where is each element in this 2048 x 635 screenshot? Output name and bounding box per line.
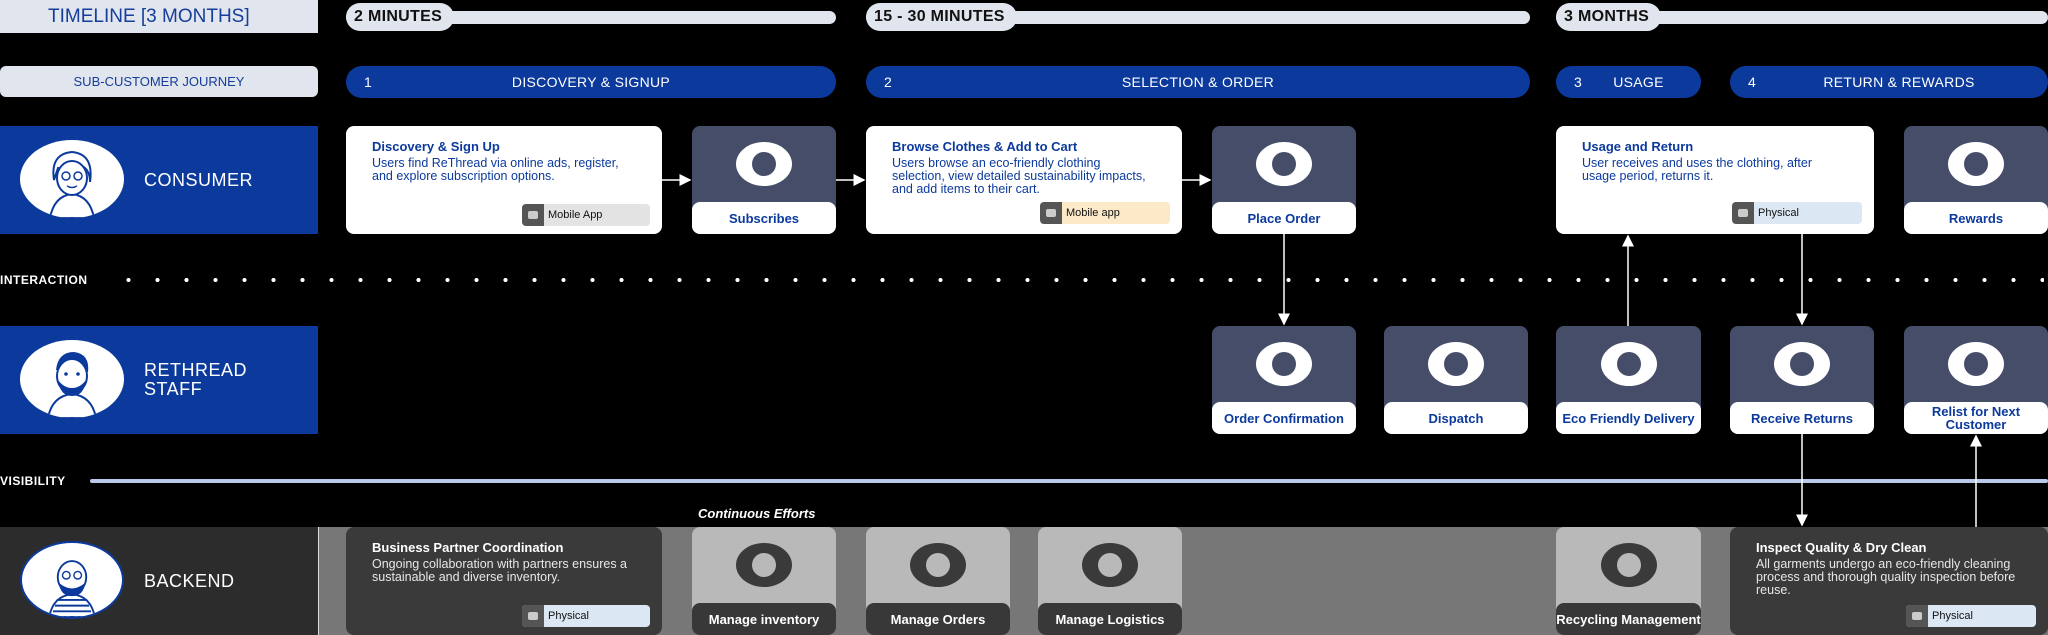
flow-arrows [662,174,1982,527]
